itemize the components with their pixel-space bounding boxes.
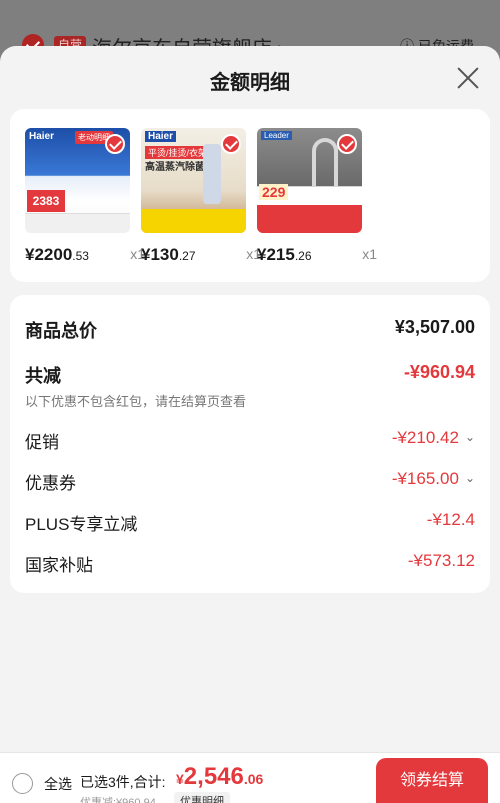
product-quantity: x1 — [362, 246, 377, 262]
selected-check-icon[interactable] — [337, 134, 357, 154]
total-reduction-label: 共减 — [25, 366, 61, 386]
product-image: Haier 老动明细 2383 — [25, 128, 130, 233]
checkout-bar: 全选 已选3件,合计: ¥2,546.06 优惠减:¥960.94 优惠明细 领… — [0, 752, 500, 803]
total-price-row: 商品总价 ¥3,507.00 — [25, 317, 475, 341]
plus-discount-row: PLUS专享立减 -¥12.4 — [25, 510, 475, 534]
product-price: ¥2200.53 — [25, 245, 89, 264]
brand-logo: Leader — [261, 131, 292, 140]
product-image: Haier 平烫/挂烫/衣架 高温蒸汽除菌 — [141, 128, 246, 233]
image-caption: 高温蒸汽除菌 — [145, 162, 205, 173]
steamer-shape — [203, 144, 221, 204]
coupon-label: 优惠券 — [25, 474, 76, 493]
image-price-banner: 2383 — [27, 190, 65, 212]
brand-logo: Haier — [29, 131, 55, 142]
chevron-down-icon: ⌄ — [464, 471, 475, 485]
image-strip — [141, 209, 246, 233]
checkout-total: ¥2,546.06 — [176, 763, 264, 790]
promotion-value: -¥210.42 ⌄ — [391, 428, 475, 447]
plus-discount-label: PLUS专享立减 — [25, 515, 138, 534]
coupon-value: -¥165.00 ⌄ — [391, 469, 475, 488]
chevron-down-icon: ⌄ — [464, 430, 475, 444]
product-price: ¥130.27 — [141, 245, 196, 264]
discount-detail-button[interactable]: 优惠明细 — [174, 792, 230, 803]
promotion-label: 促销 — [25, 433, 59, 452]
sheet-title: 金额明细 — [210, 72, 290, 94]
selection-summary: 已选3件,合计: — [80, 774, 166, 790]
total-price-label: 商品总价 — [25, 321, 97, 341]
subsidy-label: 国家补贴 — [25, 556, 93, 575]
product-item[interactable]: Haier 老动明细 2383 ¥2200.53 x1 — [25, 128, 145, 264]
price-row: ¥2200.53 x1 — [25, 245, 145, 265]
plus-discount-value: -¥12.4 — [426, 510, 475, 529]
amount-detail-sheet: 金额明细 Haier 老动明细 2383 ¥2200.53 x1 Haier 平… — [0, 46, 500, 803]
select-all-label[interactable]: 全选 — [44, 774, 72, 794]
subsidy-value: -¥573.12 — [407, 551, 475, 570]
brand-logo: Haier — [145, 131, 177, 142]
total-reduction-value: -¥960.94 — [403, 362, 475, 382]
product-item[interactable]: Haier 平烫/挂烫/衣架 高温蒸汽除菌 ¥130.27 x1 — [141, 128, 261, 264]
image-strip — [25, 213, 130, 233]
promotion-row[interactable]: 促销 -¥210.42 ⌄ — [25, 428, 475, 452]
amount-details: 商品总价 ¥3,507.00 共减 -¥960.94 以下优惠不包含红包，请在结… — [10, 295, 490, 593]
total-price-value: ¥3,507.00 — [394, 317, 475, 337]
image-price-banner: 229 — [259, 184, 289, 200]
selected-check-icon[interactable] — [221, 134, 241, 154]
product-price: ¥215.26 — [257, 245, 312, 264]
image-strip — [257, 205, 362, 233]
selected-check-icon[interactable] — [105, 134, 125, 154]
total-reduction-row: 共减 -¥960.94 — [25, 362, 475, 386]
select-all-radio[interactable] — [12, 773, 33, 794]
product-list: Haier 老动明细 2383 ¥2200.53 x1 Haier 平烫/挂烫/… — [10, 109, 490, 282]
product-image: Leader 229 — [257, 128, 362, 233]
close-icon[interactable] — [456, 66, 480, 90]
coupon-row[interactable]: 优惠券 -¥165.00 ⌄ — [25, 469, 475, 493]
price-row: ¥130.27 x1 — [141, 245, 261, 265]
checkout-button[interactable]: 领券结算 — [376, 758, 488, 803]
reduction-note: 以下优惠不包含红包，请在结算页查看 — [25, 394, 247, 409]
product-item[interactable]: Leader 229 ¥215.26 x1 — [257, 128, 377, 264]
faucet-shape — [312, 138, 338, 186]
discount-line: 优惠减:¥960.94 — [80, 797, 156, 803]
subsidy-row: 国家补贴 -¥573.12 — [25, 551, 475, 575]
price-row: ¥215.26 x1 — [257, 245, 377, 265]
